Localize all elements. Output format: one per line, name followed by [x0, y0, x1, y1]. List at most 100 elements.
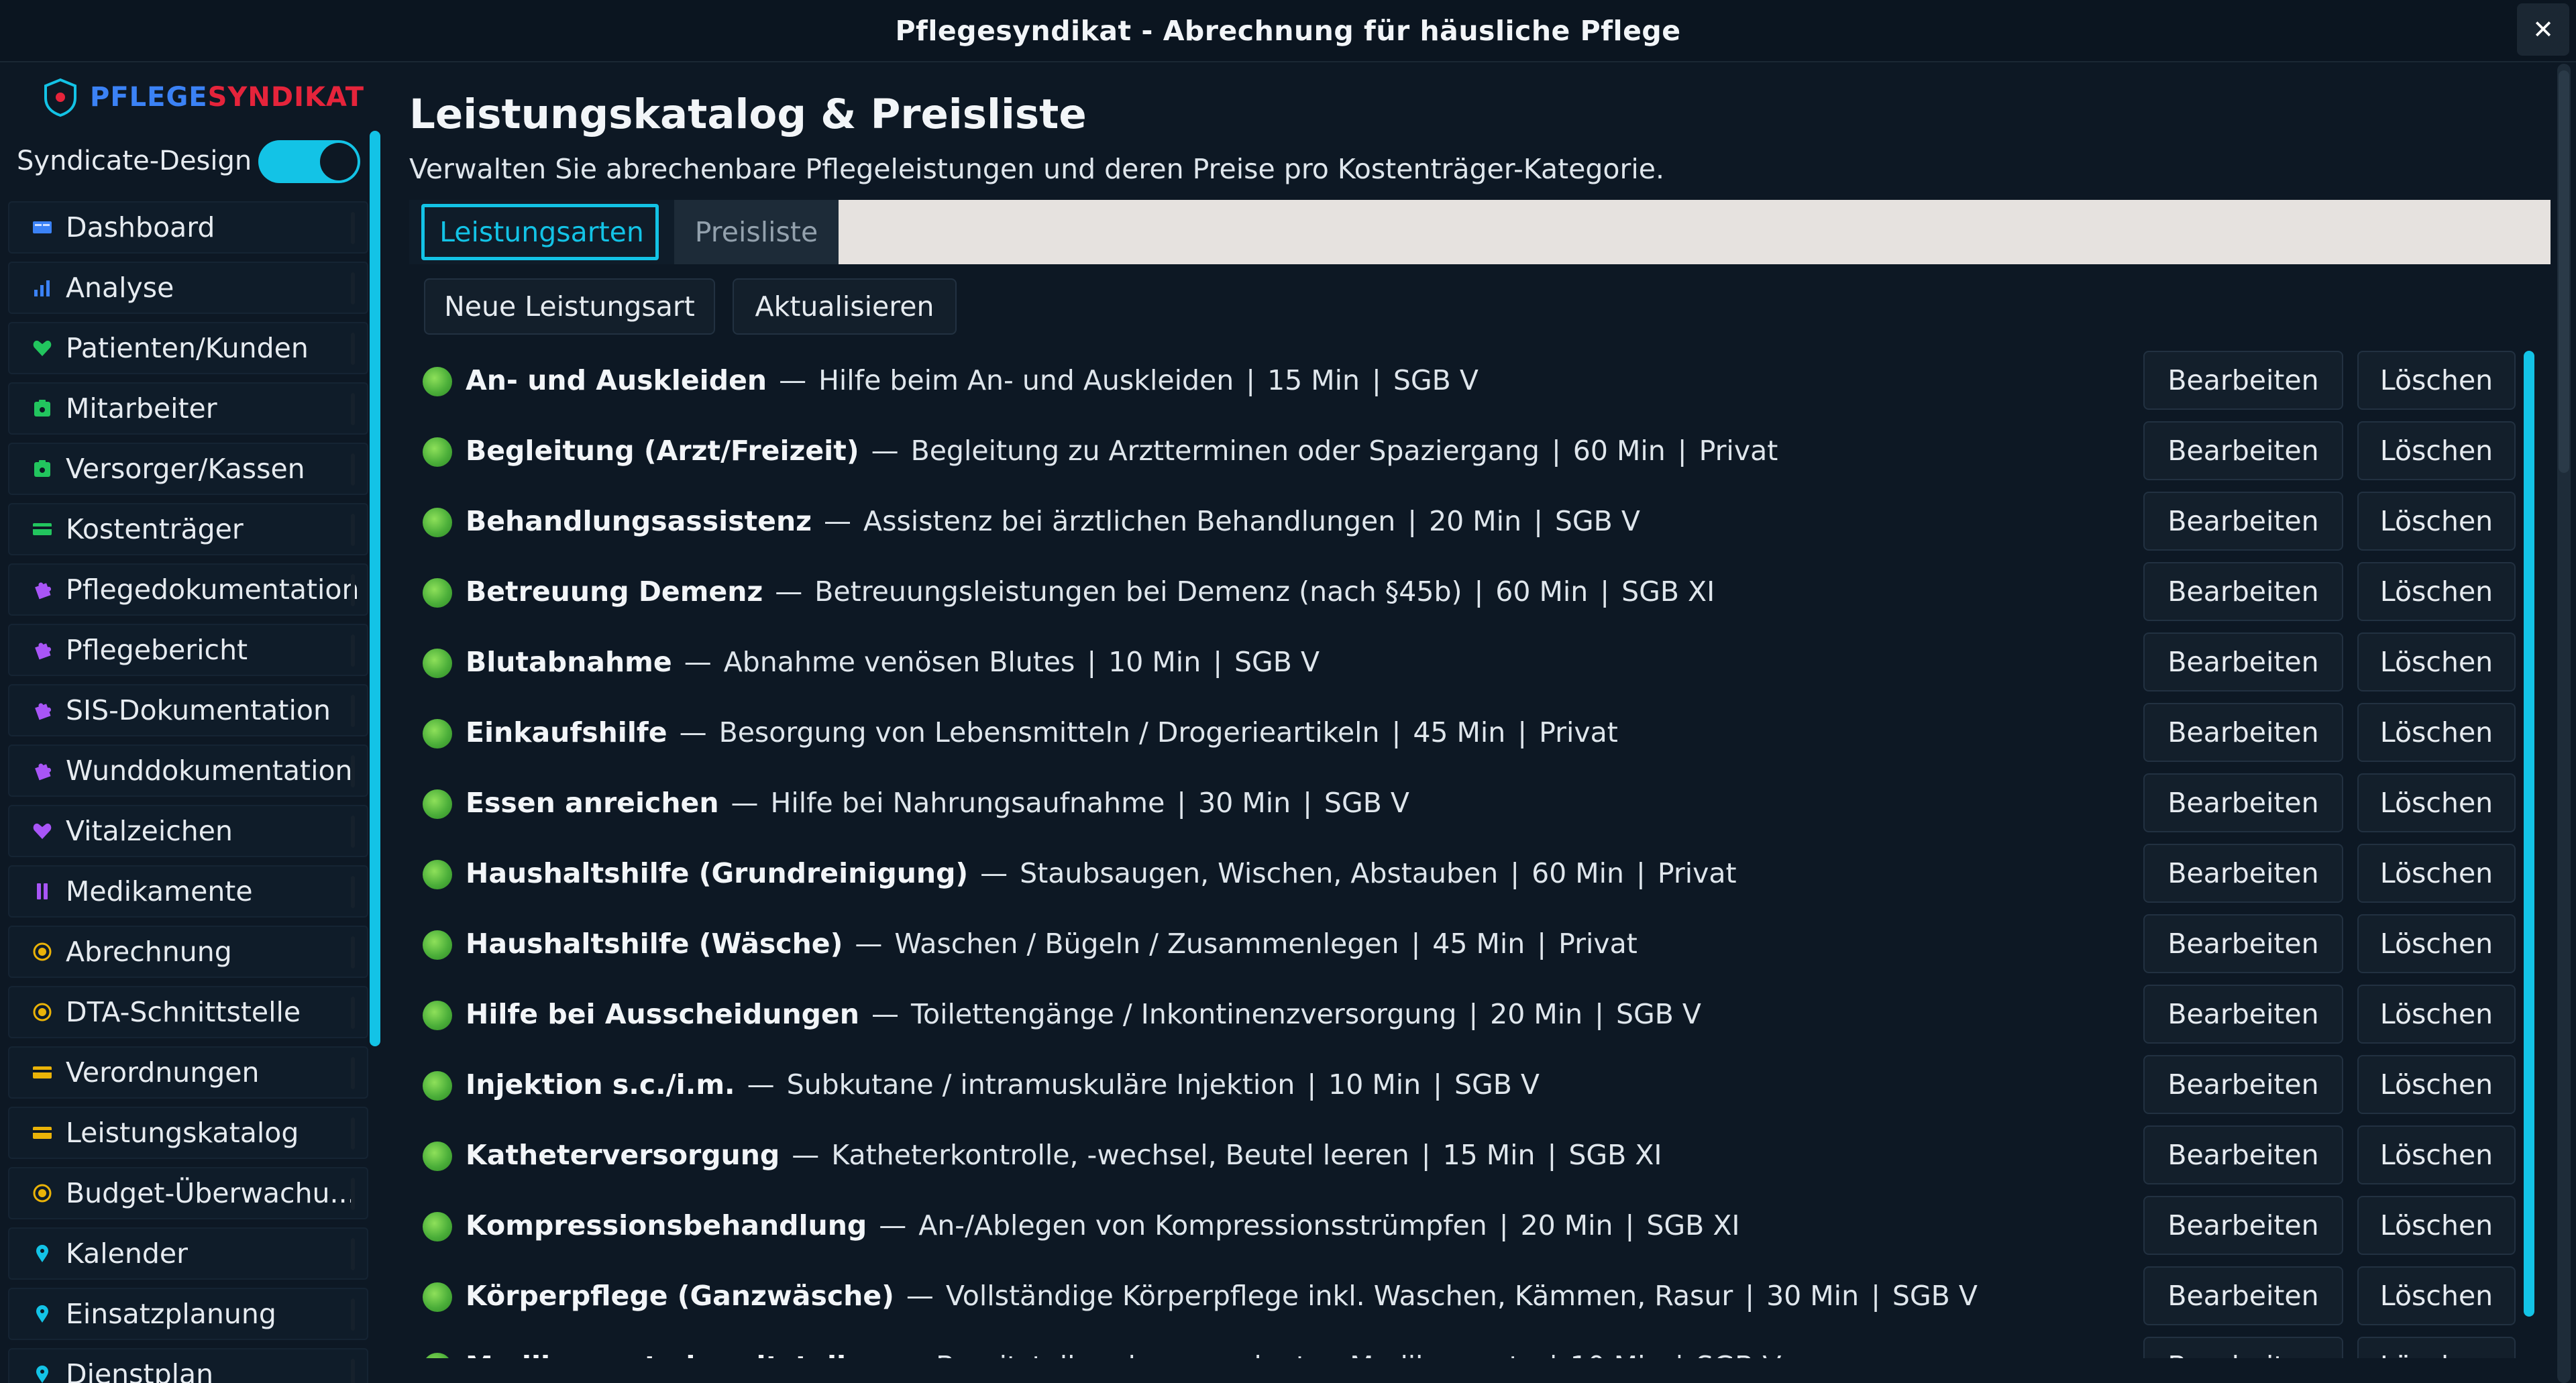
sidebar-item-label: Versorger/Kassen — [66, 453, 305, 485]
service-name: An- und Auskleiden — [466, 364, 767, 396]
close-button[interactable]: ✕ — [2517, 3, 2569, 56]
service-description: Vollständige Körperpflege inkl. Waschen,… — [945, 1280, 1733, 1312]
sidebar-item-versorger-kassen[interactable]: Versorger/Kassen — [8, 443, 368, 495]
sidebar-item-kalender[interactable]: Kalender — [8, 1227, 368, 1280]
sidebar-item-einsatzplanung[interactable]: Einsatzplanung — [8, 1288, 368, 1340]
edit-button[interactable]: Bearbeiten — [2143, 1266, 2343, 1325]
delete-button[interactable]: Löschen — [2357, 1337, 2516, 1358]
service-info: Katheterversorgung — Katheterkontrolle, -w… — [466, 1139, 1662, 1171]
edit-button[interactable]: Bearbeiten — [2143, 1337, 2343, 1358]
service-duration: 20 Min — [1520, 1209, 1613, 1241]
edit-button[interactable]: Bearbeiten — [2143, 421, 2343, 480]
sidebar-item-dta-schnittstelle[interactable]: DTA-Schnittstelle — [8, 986, 368, 1038]
table-row: Behandlungsassistenz — Assistenz bei ärztl… — [409, 486, 2524, 557]
status-dot-icon — [423, 1001, 452, 1030]
sidebar-item-sis-dokumentation[interactable]: SIS-Dokumentation — [8, 684, 368, 736]
service-duration: 30 Min — [1198, 787, 1291, 819]
design-toggle-switch[interactable] — [258, 140, 360, 183]
delete-button[interactable]: Löschen — [2357, 492, 2516, 551]
sidebar-item-analyse[interactable]: Analyse — [8, 262, 368, 314]
service-info: Injektion s.c./i.m. — Subkutane / intramus… — [466, 1068, 1540, 1101]
brand-logo: PFLEGE SYNDIKAT — [43, 70, 364, 124]
window-scrollbar[interactable] — [2557, 64, 2571, 1383]
service-name: Behandlungsassistenz — [466, 505, 812, 537]
sidebar-item-medikamente[interactable]: Medikamente — [8, 865, 368, 918]
delete-button[interactable]: Löschen — [2357, 421, 2516, 480]
sidebar-item-kostenträger[interactable]: Kostenträger — [8, 503, 368, 555]
sidebar-item-abrechnung[interactable]: Abrechnung — [8, 926, 368, 978]
list-scrollbar[interactable] — [2524, 351, 2534, 1317]
sidebar-item-pflegedokumentation[interactable]: Pflegedokumentation — [8, 563, 368, 616]
delete-button[interactable]: Löschen — [2357, 844, 2516, 903]
new-service-button[interactable]: Neue Leistungsart — [424, 278, 715, 335]
sidebar-item-pflegebericht[interactable]: Pflegebericht — [8, 624, 368, 676]
sidebar-item-budget-überwachu[interactable]: Budget-Überwachu... — [8, 1167, 368, 1219]
service-info: Essen anreichen — Hilfe bei Nahrungsaufnah… — [466, 787, 1409, 819]
sidebar-item-verordnungen[interactable]: Verordnungen — [8, 1046, 368, 1099]
service-payer: Privat — [1699, 435, 1778, 467]
sidebar-item-vitalzeichen[interactable]: Vitalzeichen — [8, 805, 368, 857]
sidebar-item-patienten-kunden[interactable]: Patienten/Kunden — [8, 322, 368, 374]
sidebar-item-indicator — [351, 574, 355, 606]
separator-pipe: | — [1421, 1139, 1431, 1171]
sidebar-item-indicator — [351, 1057, 355, 1089]
tab-preisliste[interactable]: Preisliste — [674, 200, 839, 264]
service-duration: 20 Min — [1490, 998, 1583, 1030]
edit-button[interactable]: Bearbeiten — [2143, 914, 2343, 973]
separator-pipe: | — [1468, 998, 1479, 1030]
puzzle-icon — [32, 640, 52, 660]
edit-button[interactable]: Bearbeiten — [2143, 492, 2343, 551]
sidebar-item-dashboard[interactable]: Dashboard — [8, 201, 368, 254]
edit-button[interactable]: Bearbeiten — [2143, 985, 2343, 1044]
service-list: An- und Auskleiden — Hilfe beim An- und Au… — [409, 345, 2524, 1358]
separator-pipe: | — [1177, 787, 1187, 819]
sidebar-item-leistungskatalog[interactable]: Leistungskatalog — [8, 1107, 368, 1159]
sidebar-item-mitarbeiter[interactable]: Mitarbeiter — [8, 382, 368, 435]
sidebar-item-label: Vitalzeichen — [66, 815, 233, 847]
edit-button[interactable]: Bearbeiten — [2143, 632, 2343, 692]
edit-button[interactable]: Bearbeiten — [2143, 1055, 2343, 1114]
status-dot-icon — [423, 789, 452, 819]
status-dot-icon — [423, 1353, 452, 1358]
delete-button[interactable]: Löschen — [2357, 1266, 2516, 1325]
delete-button[interactable]: Löschen — [2357, 1196, 2516, 1255]
sidebar-scrollbar[interactable] — [370, 131, 380, 1046]
delete-button[interactable]: Löschen — [2357, 562, 2516, 621]
sidebar-item-dienstplan[interactable]: Dienstplan — [8, 1348, 368, 1383]
service-description: Bereitstellen der verordneten Medikament… — [936, 1350, 1537, 1358]
window-scrollbar-thumb[interactable] — [2559, 70, 2569, 473]
delete-button[interactable]: Löschen — [2357, 351, 2516, 410]
refresh-button[interactable]: Aktualisieren — [733, 278, 957, 335]
separator-pipe: | — [1745, 1280, 1755, 1312]
edit-button[interactable]: Bearbeiten — [2143, 1196, 2343, 1255]
separator-dash: — — [879, 1209, 907, 1241]
service-duration: 10 Min — [1570, 1350, 1663, 1358]
service-description: Besorgung von Lebensmitteln / Drogeriear… — [718, 716, 1380, 749]
pin-icon — [32, 1304, 52, 1324]
window-titlebar: Pflegesyndikat - Abrechnung für häuslich… — [0, 0, 2576, 62]
sidebar-item-wunddokumentation[interactable]: Wunddokumentation — [8, 744, 368, 797]
status-dot-icon — [423, 719, 452, 749]
card-icon — [32, 519, 52, 539]
table-row: Haushaltshilfe (Grundreinigung) — Staubsau… — [409, 838, 2524, 909]
tab-leistungsarten[interactable]: Leistungsarten — [409, 200, 674, 264]
edit-button[interactable]: Bearbeiten — [2143, 562, 2343, 621]
separator-dash: — — [906, 1280, 934, 1312]
separator-pipe: | — [1551, 435, 1561, 467]
edit-button[interactable]: Bearbeiten — [2143, 1125, 2343, 1184]
delete-button[interactable]: Löschen — [2357, 914, 2516, 973]
separator-dash: — — [779, 364, 807, 396]
puzzle-icon — [32, 761, 52, 781]
edit-button[interactable]: Bearbeiten — [2143, 844, 2343, 903]
delete-button[interactable]: Löschen — [2357, 632, 2516, 692]
delete-button[interactable]: Löschen — [2357, 1055, 2516, 1114]
edit-button[interactable]: Bearbeiten — [2143, 351, 2343, 410]
edit-button[interactable]: Bearbeiten — [2143, 773, 2343, 832]
service-info: Einkaufshilfe — Besorgung von Lebensmittel… — [466, 716, 1618, 749]
delete-button[interactable]: Löschen — [2357, 1125, 2516, 1184]
delete-button[interactable]: Löschen — [2357, 985, 2516, 1044]
delete-button[interactable]: Löschen — [2357, 773, 2516, 832]
tab-label: Preisliste — [694, 216, 818, 248]
delete-button[interactable]: Löschen — [2357, 703, 2516, 762]
edit-button[interactable]: Bearbeiten — [2143, 703, 2343, 762]
